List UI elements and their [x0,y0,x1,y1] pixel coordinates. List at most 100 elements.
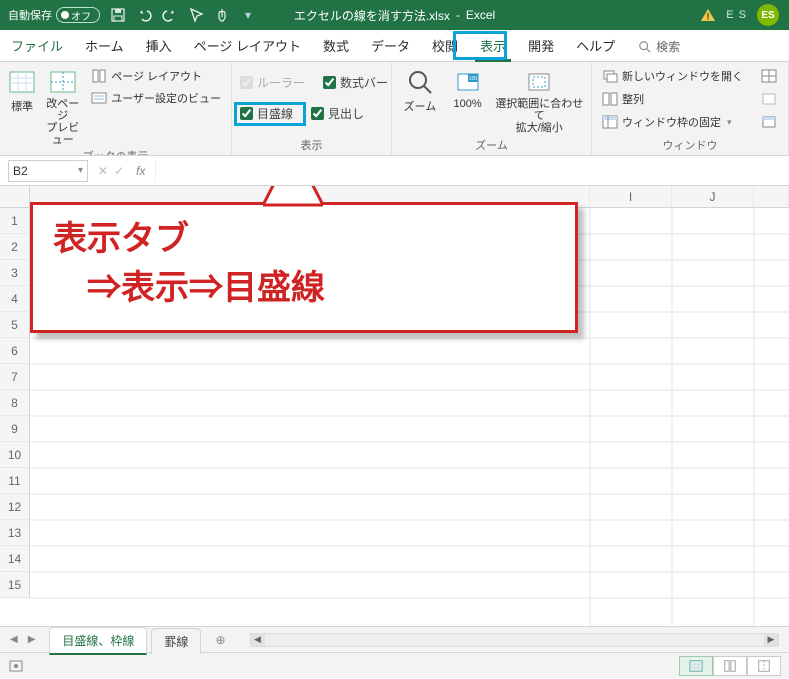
new-window-icon [602,68,618,84]
redo-icon[interactable] [162,7,178,23]
page-layout-button[interactable]: ページ レイアウト [87,66,225,86]
split-window-button[interactable] [757,66,781,86]
freeze-panes-button[interactable]: ウィンドウ枠の固定 ▾ [598,112,747,132]
chevron-down-icon[interactable]: ▾ [78,165,83,176]
formula-input[interactable] [155,160,789,182]
row-header-15[interactable]: 15 [0,572,30,598]
undo-icon[interactable] [136,7,152,23]
row-header-6[interactable]: 6 [0,338,30,364]
annotation-callout: 表示タブ ⇒表示⇒目盛線 [30,202,578,333]
zoom-to-selection-button[interactable]: 選択範囲に合わせて拡大/縮小 [494,66,585,134]
headings-checkbox[interactable]: 見出し [309,103,366,124]
normal-view-button[interactable]: 標準 [6,66,38,114]
select-all-corner[interactable] [0,186,30,208]
formula-bar-checkbox-input[interactable] [323,76,336,89]
tab-data[interactable]: データ [360,29,421,61]
formula-bar-checkbox[interactable]: 数式バー [321,72,390,93]
tab-home[interactable]: ホーム [74,29,135,61]
row-header-5[interactable]: 5 [0,312,30,338]
row-header-11[interactable]: 11 [0,468,30,494]
scroll-left-icon[interactable]: ◀ [251,634,265,646]
touch-icon[interactable] [214,7,230,23]
hide-window-button[interactable] [757,89,781,109]
search-icon [638,40,652,54]
tab-page-layout[interactable]: ページ レイアウト [183,29,312,61]
scroll-right-icon[interactable]: ▶ [764,634,778,646]
ribbon: 標準 改ページプレビュー ページ レイアウト [0,62,789,156]
status-bar [0,652,789,678]
warning-icon[interactable] [700,7,716,23]
account-avatar[interactable]: ES [757,4,779,26]
sheet-tab-borders[interactable]: 罫線 [151,628,201,654]
chevron-down-icon: ▾ [725,117,732,128]
zoom-icon [406,68,434,96]
gridlines-checkbox-input[interactable] [240,107,253,120]
record-macro-icon[interactable] [8,658,24,674]
autosave-pill[interactable]: オフ [56,7,100,23]
qat-overflow-icon[interactable]: ▾ [240,7,256,23]
headings-checkbox-input[interactable] [311,107,324,120]
name-box[interactable]: B2 ▾ [8,160,88,182]
page-break-preview-button[interactable]: 改ページプレビュー [42,66,83,146]
spreadsheet-grid[interactable]: I J 1 2 3 4 5 6 7 8 9 10 11 12 13 14 15 [0,186,789,626]
page-layout-icon [91,68,107,84]
enter-icon[interactable]: ✓ [114,164,124,178]
sheet-nav[interactable]: ◀ ▶ [0,632,45,647]
new-window-button[interactable]: 新しいウィンドウを開く [598,66,747,86]
search-label: 検索 [656,38,680,55]
column-header-i[interactable]: I [590,186,672,207]
sheet-tab-gridlines[interactable]: 目盛線、枠線 [49,627,147,655]
cancel-icon[interactable]: ✕ [98,164,108,178]
tab-help[interactable]: ヘルプ [565,29,626,61]
tab-file[interactable]: ファイル [0,29,74,61]
column-header-j[interactable]: J [672,186,754,207]
arrange-all-button[interactable]: 整列 [598,89,747,109]
tell-me-search[interactable]: 検索 [638,38,680,61]
page-break-view-switch[interactable] [747,656,781,676]
row-headers[interactable]: 1 2 3 4 5 6 7 8 9 10 11 12 13 14 15 [0,208,30,598]
column-header-rest[interactable] [754,186,789,207]
row-header-1[interactable]: 1 [0,208,30,234]
row-header-12[interactable]: 12 [0,494,30,520]
cursor-icon[interactable] [188,7,204,23]
gridlines-checkbox[interactable]: 目盛線 [238,103,295,124]
zoom-100-button[interactable]: 100 100% [446,66,490,110]
row-header-14[interactable]: 14 [0,546,30,572]
row-header-2[interactable]: 2 [0,234,30,260]
custom-views-label: ユーザー設定のビュー [111,90,221,106]
normal-view-switch[interactable] [679,656,713,676]
title-separator: - [456,8,460,22]
custom-views-button[interactable]: ユーザー設定のビュー [87,88,225,108]
row-header-13[interactable]: 13 [0,520,30,546]
hide-window-icon [761,91,777,107]
group-window: 新しいウィンドウを開く 整列 ウィンドウ枠の固定 ▾ [592,62,789,155]
row-header-3[interactable]: 3 [0,260,30,286]
tab-insert[interactable]: 挿入 [135,29,183,61]
row-header-4[interactable]: 4 [0,286,30,312]
row-header-7[interactable]: 7 [0,364,30,390]
row-header-9[interactable]: 9 [0,416,30,442]
add-sheet-button[interactable]: ⊕ [205,631,235,649]
zoom-button-label: ズーム [404,98,437,114]
save-icon[interactable] [110,7,126,23]
tab-developer[interactable]: 開発 [517,29,565,61]
annotation-pointer-icon [263,186,323,207]
row-header-8[interactable]: 8 [0,390,30,416]
sheet-nav-prev-icon[interactable]: ◀ [6,632,22,647]
tab-view[interactable]: 表示 [469,29,517,61]
annotation-line2: ⇒表示⇒目盛線 [53,269,325,307]
tab-review[interactable]: 校閲 [421,29,469,61]
unhide-window-button[interactable] [757,112,781,132]
zoom-to-selection-icon [525,68,553,96]
autosave-toggle[interactable]: 自動保存 オフ [0,7,100,23]
tab-formulas[interactable]: 数式 [312,29,360,61]
cells-area[interactable]: 表示タブ ⇒表示⇒目盛線 [30,208,789,626]
horizontal-scrollbar[interactable]: ◀ ▶ [250,633,780,647]
fx-icon[interactable]: fx [130,164,145,178]
arrange-all-label: 整列 [622,91,644,107]
zoom-100-icon: 100 [454,68,482,96]
page-layout-view-switch[interactable] [713,656,747,676]
row-header-10[interactable]: 10 [0,442,30,468]
zoom-button[interactable]: ズーム [398,66,442,114]
sheet-nav-next-icon[interactable]: ▶ [24,632,40,647]
